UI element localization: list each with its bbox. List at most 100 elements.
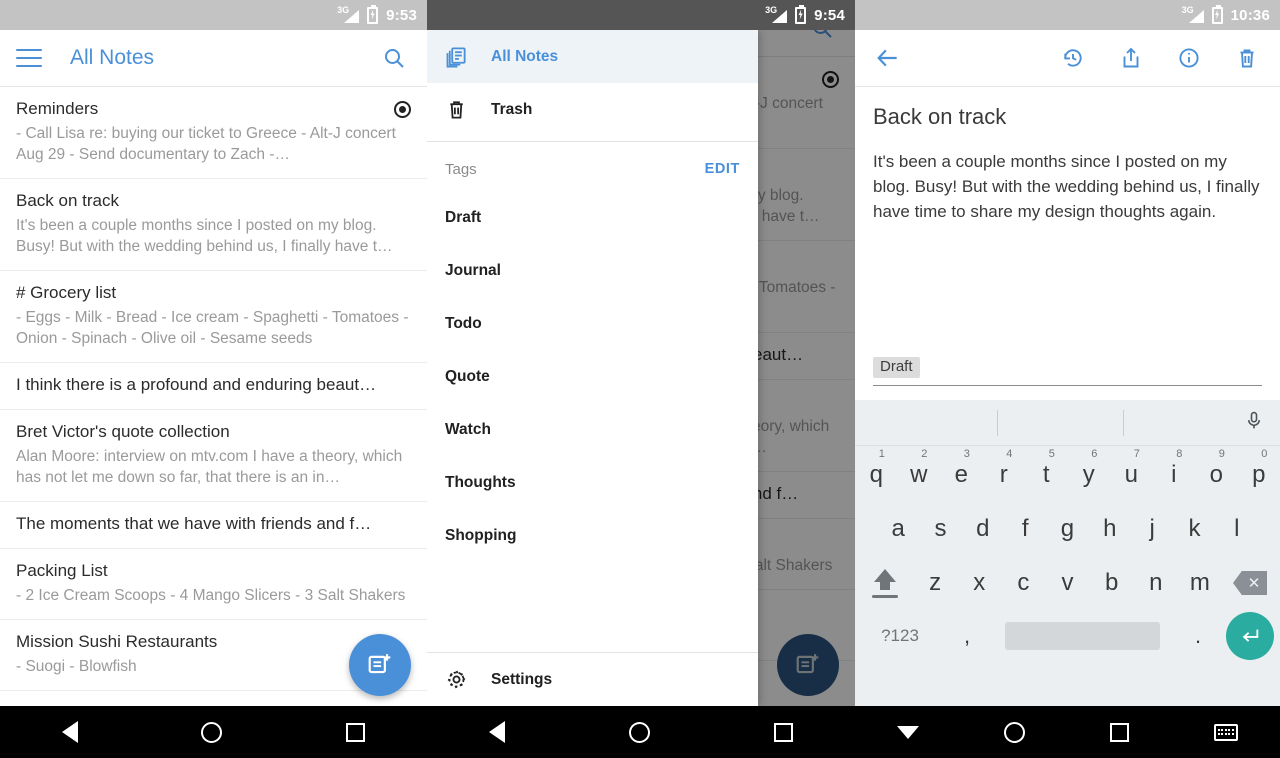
navigation-drawer: All Notes Trash Tags EDIT Draft Journal … <box>427 30 758 706</box>
new-note-icon <box>368 654 391 674</box>
suggestion-divider <box>1123 410 1124 436</box>
key-x[interactable]: x <box>957 556 1001 610</box>
key-label: e <box>954 461 968 488</box>
key-i[interactable]: 8i <box>1153 448 1196 502</box>
key-w[interactable]: 2w <box>898 448 941 502</box>
key-d[interactable]: d <box>962 502 1004 556</box>
key-comma[interactable]: , <box>939 623 995 649</box>
history-restore-icon[interactable] <box>1056 41 1090 75</box>
nav-recents-icon[interactable] <box>1109 722 1129 742</box>
drawer-item-settings[interactable]: Settings <box>427 653 758 706</box>
note-list-item[interactable]: # Grocery list - Eggs - Milk - Bread - I… <box>0 271 427 363</box>
key-k[interactable]: k <box>1173 502 1215 556</box>
drawer-footer: Settings <box>427 652 758 706</box>
nav-home-icon[interactable] <box>1004 721 1026 743</box>
keyboard-rows: 1q 2w 3e 4r 5t 6y 7u 8i 9o 0p a s d f g <box>855 446 1280 662</box>
share-icon[interactable] <box>1114 41 1148 75</box>
note-preview: - Eggs - Milk - Bread - Ice cream - Spag… <box>16 309 409 347</box>
dismiss-keyboard-down-icon[interactable] <box>897 725 920 739</box>
status-bar-clock: 9:53 <box>386 6 417 24</box>
drawer-tag-item[interactable]: Shopping <box>427 509 758 562</box>
note-title: Packing List <box>16 561 108 580</box>
keyboard-switcher-icon[interactable] <box>1213 723 1238 741</box>
key-number-label: 8 <box>1176 448 1183 460</box>
note-tag-input-row: Draft <box>855 357 1280 392</box>
drawer-tag-item[interactable]: Thoughts <box>427 456 758 509</box>
key-label: w <box>910 461 928 488</box>
key-r[interactable]: 4r <box>983 448 1026 502</box>
backspace-icon[interactable]: ✕ <box>1222 571 1278 595</box>
key-v[interactable]: v <box>1045 556 1089 610</box>
nav-back-icon[interactable] <box>61 721 78 743</box>
info-icon[interactable] <box>1172 41 1206 75</box>
key-j[interactable]: j <box>1131 502 1173 556</box>
key-s[interactable]: s <box>919 502 961 556</box>
note-tag-chip[interactable]: Draft <box>873 357 920 378</box>
note-detail-title[interactable]: Back on track <box>873 103 1262 131</box>
note-title: Reminders <box>16 99 99 118</box>
tags-label: Tags <box>445 160 477 178</box>
symbols-key[interactable]: ?123 <box>861 626 939 646</box>
key-number-label: 7 <box>1133 448 1140 460</box>
drawer-tag-item[interactable]: Watch <box>427 403 758 456</box>
drawer-tag-item[interactable]: Quote <box>427 350 758 403</box>
key-u[interactable]: 7u <box>1110 448 1153 502</box>
note-list-item[interactable]: The moments that we have with friends an… <box>0 502 427 549</box>
note-list-item[interactable]: Back on track It's been a couple months … <box>0 179 427 271</box>
drawer-tag-item[interactable]: Draft <box>427 191 758 244</box>
key-number-label: 4 <box>1006 448 1013 460</box>
search-icon[interactable] <box>377 41 411 75</box>
system-navbar-panel3 <box>855 706 1280 758</box>
key-b[interactable]: b <box>1090 556 1134 610</box>
note-preview: - 2 Ice Cream Scoops - 4 Mango Slicers -… <box>16 587 406 604</box>
key-o[interactable]: 9o <box>1195 448 1238 502</box>
key-q[interactable]: 1q <box>855 448 898 502</box>
key-e[interactable]: 3e <box>940 448 983 502</box>
note-list-item[interactable]: Bret Victor's quote collection Alan Moor… <box>0 410 427 502</box>
new-note-fab[interactable] <box>349 634 411 696</box>
system-navbar-panel1 <box>0 706 427 758</box>
nav-home-icon[interactable] <box>201 721 223 743</box>
key-period[interactable]: . <box>1170 623 1226 649</box>
enter-return-icon[interactable] <box>1226 612 1274 660</box>
trash-icon[interactable] <box>1230 41 1264 75</box>
key-label: y <box>1082 461 1095 488</box>
key-z[interactable]: z <box>913 556 957 610</box>
status-bar-clock: 9:54 <box>814 6 845 24</box>
key-label: u <box>1124 461 1138 488</box>
key-l[interactable]: l <box>1216 502 1258 556</box>
microphone-icon[interactable] <box>1244 408 1264 437</box>
note-list-item[interactable]: I think there is a profound and enduring… <box>0 363 427 410</box>
key-c[interactable]: c <box>1001 556 1045 610</box>
nav-recents-icon[interactable] <box>346 722 366 742</box>
drawer-item-all-notes[interactable]: All Notes <box>427 30 758 83</box>
drawer-tag-item[interactable]: Journal <box>427 244 758 297</box>
drawer-tag-item[interactable]: Todo <box>427 297 758 350</box>
key-y[interactable]: 6y <box>1068 448 1111 502</box>
key-label: t <box>1042 461 1050 488</box>
note-list-item[interactable]: Packing List - 2 Ice Cream Scoops - 4 Ma… <box>0 549 427 620</box>
key-g[interactable]: g <box>1046 502 1088 556</box>
note-detail-text[interactable]: It's been a couple months since I posted… <box>873 149 1262 224</box>
status-bar-panel3: 3G 10:36 <box>855 0 1280 30</box>
key-h[interactable]: h <box>1089 502 1131 556</box>
note-list-item[interactable]: Reminders - Call Lisa re: buying our tic… <box>0 87 427 179</box>
key-n[interactable]: n <box>1134 556 1178 610</box>
keyboard-suggestion-strip[interactable] <box>855 400 1280 446</box>
key-f[interactable]: f <box>1004 502 1046 556</box>
nav-recents-icon[interactable] <box>774 722 793 742</box>
key-space[interactable] <box>1005 622 1160 650</box>
nav-back-icon[interactable] <box>489 721 505 743</box>
note-detail-content: Back on track It's been a couple months … <box>855 87 1280 224</box>
key-m[interactable]: m <box>1178 556 1222 610</box>
key-t[interactable]: 5t <box>1025 448 1068 502</box>
drawer-item-trash[interactable]: Trash <box>427 83 758 136</box>
key-a[interactable]: a <box>877 502 919 556</box>
arrow-back-icon[interactable] <box>871 41 905 75</box>
edit-tags-button[interactable]: EDIT <box>705 161 740 177</box>
shift-caps-icon[interactable] <box>857 568 913 598</box>
nav-home-icon[interactable] <box>629 721 650 743</box>
hamburger-menu-icon[interactable] <box>16 49 42 67</box>
note-pinned-indicator-icon <box>394 101 411 118</box>
key-p[interactable]: 0p <box>1238 448 1280 502</box>
